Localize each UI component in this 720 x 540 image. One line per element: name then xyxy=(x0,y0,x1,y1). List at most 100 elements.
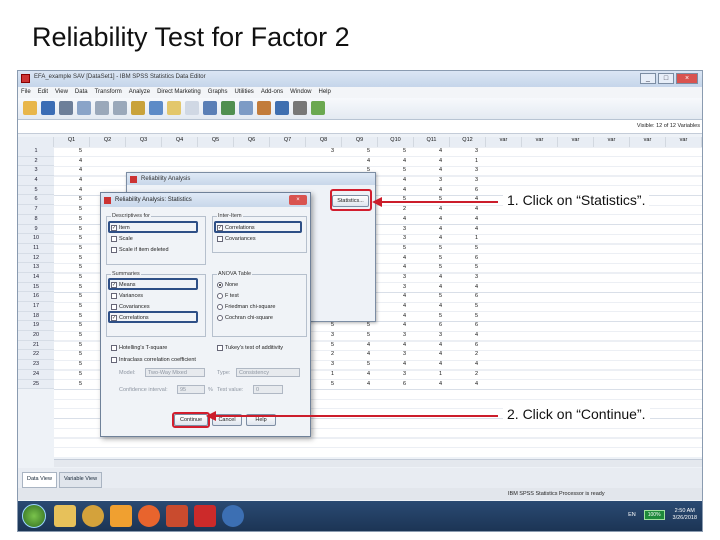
col-header[interactable]: Q4 xyxy=(162,137,198,147)
cell-value[interactable]: 5 xyxy=(54,205,82,215)
variables-icon[interactable] xyxy=(167,101,181,115)
row-number[interactable]: 18 xyxy=(18,311,54,322)
col-header[interactable]: Q3 xyxy=(126,137,162,147)
weight-cases-icon[interactable] xyxy=(257,101,271,115)
anova-cochran-radio[interactable]: Cochran chi-square xyxy=(217,315,273,321)
cell-value[interactable]: 4 xyxy=(378,186,406,196)
media-player-icon[interactable] xyxy=(82,505,104,527)
cell-value[interactable]: 4 xyxy=(54,157,82,167)
row-number[interactable]: 14 xyxy=(18,272,54,283)
cell-value[interactable]: 4 xyxy=(378,321,406,331)
menu-edit[interactable]: Edit xyxy=(38,89,48,98)
cell-value[interactable]: 5 xyxy=(54,147,82,157)
cell-value[interactable]: 4 xyxy=(414,273,442,283)
cell-value[interactable]: 5 xyxy=(342,360,370,370)
cell-value[interactable]: 4 xyxy=(414,380,442,390)
row-number[interactable]: 11 xyxy=(18,243,54,254)
col-header[interactable]: var xyxy=(522,137,558,147)
cell-value[interactable]: 3 xyxy=(450,273,478,283)
scale-if-deleted-checkbox[interactable]: Scale if item deleted xyxy=(111,247,169,253)
cell-value[interactable]: 5 xyxy=(54,254,82,264)
cell-value[interactable]: 6 xyxy=(450,254,478,264)
cell-value[interactable]: 5 xyxy=(378,166,406,176)
clock[interactable]: 2:50 AM 3/26/2018 xyxy=(673,508,697,522)
cell-value[interactable]: 3 xyxy=(378,283,406,293)
menu-utilities[interactable]: Utilities xyxy=(234,89,253,98)
cell-value[interactable]: 5 xyxy=(54,360,82,370)
cell-value[interactable]: 6 xyxy=(450,341,478,351)
row-number[interactable]: 13 xyxy=(18,263,54,273)
cell-value[interactable]: 4 xyxy=(414,234,442,244)
col-header[interactable]: var xyxy=(486,137,522,147)
cell-value[interactable]: 4 xyxy=(414,215,442,225)
cell-value[interactable]: 4 xyxy=(378,312,406,322)
row-number[interactable]: 6 xyxy=(18,195,54,206)
cell-value[interactable]: 5 xyxy=(54,380,82,390)
cell-editor-bar[interactable] xyxy=(18,120,702,134)
row-number[interactable]: 3 xyxy=(18,166,54,177)
cell-value[interactable]: 4 xyxy=(342,350,370,360)
cell-value[interactable]: 3 xyxy=(378,370,406,380)
cell-value[interactable]: 5 xyxy=(450,244,478,254)
office-icon[interactable] xyxy=(110,505,132,527)
cell-value[interactable]: 4 xyxy=(378,263,406,273)
cell-value[interactable]: 4 xyxy=(414,360,442,370)
menu-window[interactable]: Window xyxy=(290,89,311,98)
cell-value[interactable]: 4 xyxy=(450,225,478,235)
anova-friedman-radio[interactable]: Friedman chi-square xyxy=(217,304,275,310)
cell-value[interactable]: 3 xyxy=(378,331,406,341)
cell-value[interactable]: 5 xyxy=(54,273,82,283)
open-folder-icon[interactable] xyxy=(23,101,37,115)
language-indicator[interactable]: EN xyxy=(628,512,636,518)
row-number[interactable]: 4 xyxy=(18,176,54,186)
col-header[interactable]: Q2 xyxy=(90,137,126,147)
cell-value[interactable]: 4 xyxy=(378,176,406,186)
col-header[interactable]: Q5 xyxy=(198,137,234,147)
cell-value[interactable]: 6 xyxy=(414,321,442,331)
row-number[interactable]: 1 xyxy=(18,147,54,157)
cell-value[interactable]: 5 xyxy=(378,147,406,157)
row-number[interactable]: 7 xyxy=(18,205,54,215)
cell-value[interactable]: 5 xyxy=(342,147,370,157)
col-header[interactable]: Q1 xyxy=(54,137,90,147)
cell-value[interactable]: 3 xyxy=(378,225,406,235)
col-header[interactable]: Q8 xyxy=(306,137,342,147)
test-value-input[interactable]: 0 xyxy=(253,385,283,394)
cell-value[interactable]: 5 xyxy=(54,312,82,322)
print-icon[interactable] xyxy=(59,101,73,115)
summ-covariances-checkbox[interactable]: Covariances xyxy=(111,304,150,310)
cell-value[interactable]: 4 xyxy=(378,215,406,225)
menu-data[interactable]: Data xyxy=(75,89,88,98)
firefox-icon[interactable] xyxy=(138,505,160,527)
cell-value[interactable]: 4 xyxy=(378,360,406,370)
cell-value[interactable]: 4 xyxy=(378,254,406,264)
cell-value[interactable]: 2 xyxy=(450,350,478,360)
cell-value[interactable]: 4 xyxy=(450,283,478,293)
cell-value[interactable]: 4 xyxy=(342,370,370,380)
row-number[interactable]: 19 xyxy=(18,321,54,332)
insert-variable-icon[interactable] xyxy=(221,101,235,115)
find-icon[interactable] xyxy=(185,101,199,115)
cell-value[interactable]: 4 xyxy=(450,331,478,341)
menu-add-ons[interactable]: Add-ons xyxy=(261,89,283,98)
row-number[interactable]: 24 xyxy=(18,369,54,380)
use-sets-icon[interactable] xyxy=(311,101,325,115)
cell-value[interactable]: 4 xyxy=(378,341,406,351)
cell-value[interactable]: 3 xyxy=(378,350,406,360)
ci-input[interactable]: 95 xyxy=(177,385,205,394)
cell-value[interactable]: 1 xyxy=(414,370,442,380)
inter-covariances-checkbox[interactable]: Covariances xyxy=(217,236,256,242)
cell-value[interactable]: 5 xyxy=(450,263,478,273)
cell-value[interactable]: 5 xyxy=(414,263,442,273)
cell-value[interactable]: 3 xyxy=(378,234,406,244)
cell-value[interactable]: 5 xyxy=(450,302,478,312)
cell-value[interactable]: 5 xyxy=(450,312,478,322)
tab-variable-view[interactable]: Variable View xyxy=(58,472,103,488)
cell-value[interactable]: 3 xyxy=(450,176,478,186)
row-number[interactable]: 5 xyxy=(18,185,54,196)
cell-value[interactable]: 4 xyxy=(414,302,442,312)
row-number[interactable]: 2 xyxy=(18,156,54,167)
cell-value[interactable]: 5 xyxy=(54,341,82,351)
cell-value[interactable]: 6 xyxy=(450,186,478,196)
horizontal-scrollbar[interactable] xyxy=(54,459,702,467)
